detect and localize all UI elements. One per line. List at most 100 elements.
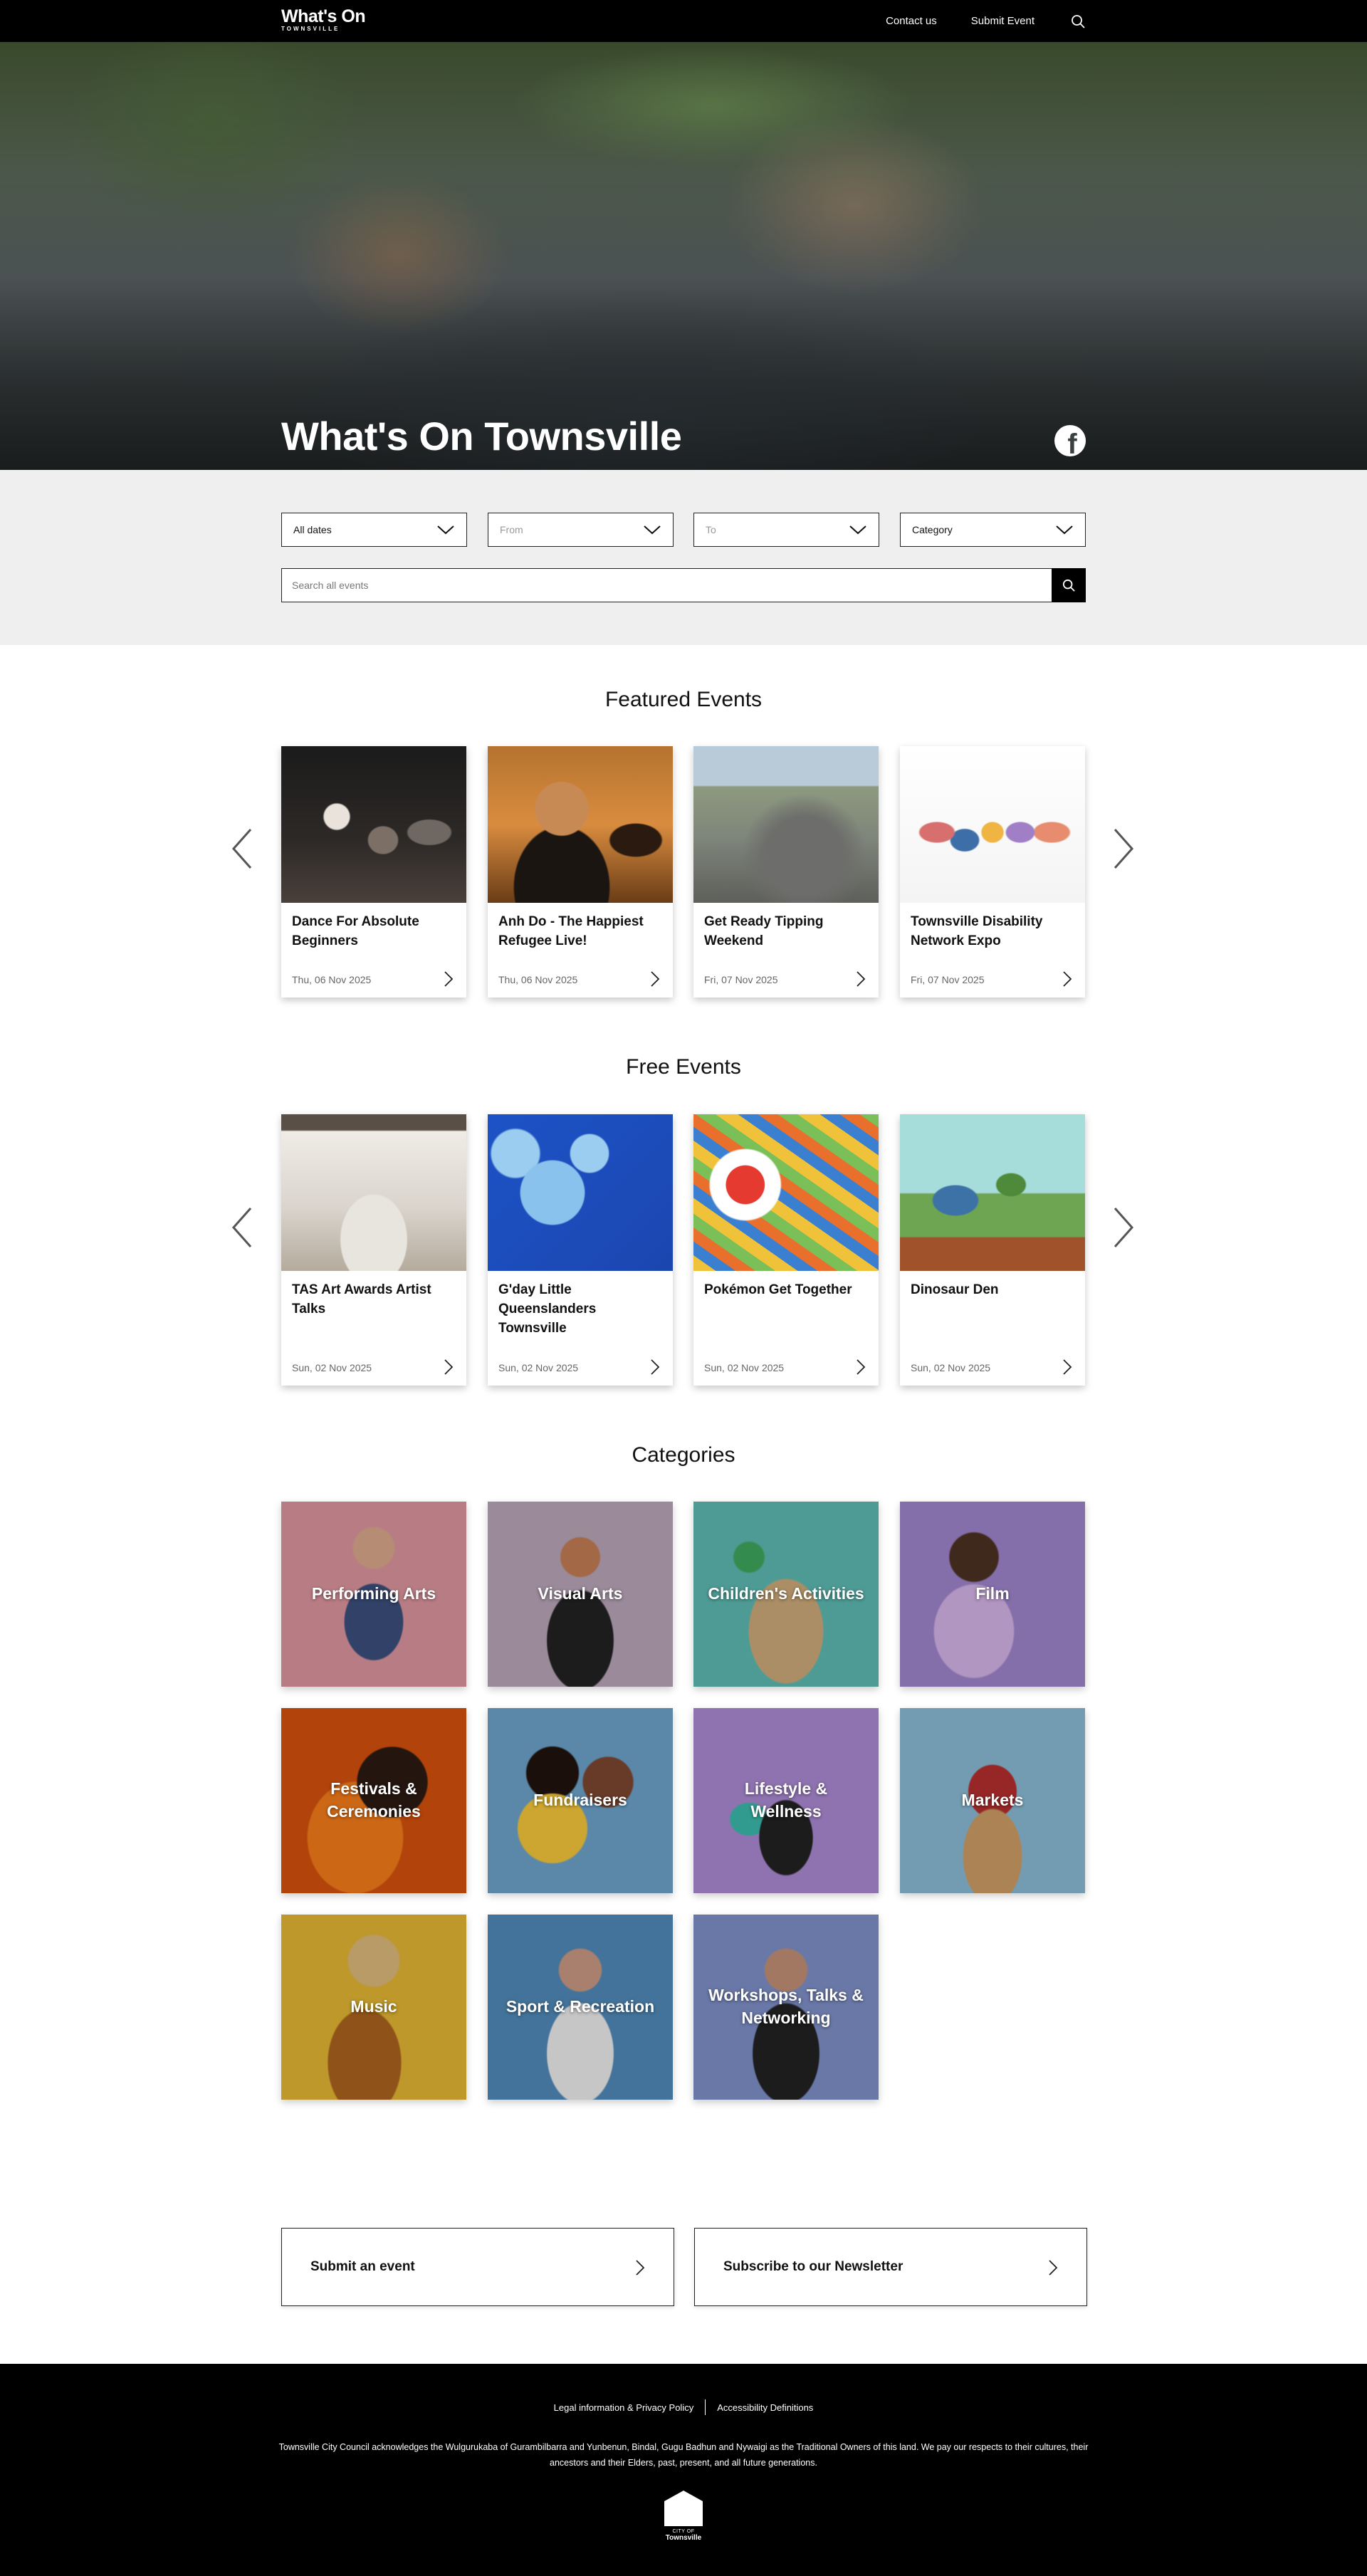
hero-banner: What's On Townsville f [0,42,1367,470]
search-icon[interactable] [1070,14,1086,29]
dates-dropdown-value: All dates [293,524,332,535]
chevron-down-icon [1056,525,1073,535]
footer-link-legal[interactable]: Legal information & Privacy Policy [543,2402,706,2413]
council-logo-line1: CITY OF [672,2529,695,2534]
chevron-right-icon [857,1359,866,1375]
event-card[interactable]: Get Ready Tipping Weekend Fri, 07 Nov 20… [693,746,879,998]
council-logo-mark [664,2491,703,2526]
chevron-right-icon [1049,2260,1058,2276]
category-label: Music [350,1997,397,2016]
category-tile[interactable]: Markets [900,1708,1085,1893]
event-title: Pokémon Get Together [704,1282,852,1297]
event-card[interactable]: TAS Art Awards Artist Talks Sun, 02 Nov … [281,1114,466,1386]
chevron-right-icon [1063,971,1072,987]
event-title: Get Ready Tipping Weekend [704,914,824,948]
footer-link-accessibility[interactable]: Accessibility Definitions [706,2402,824,2413]
free-next-arrow[interactable] [1109,1205,1138,1250]
event-image [488,746,673,903]
event-image [900,746,1085,903]
featured-events-heading: Featured Events [604,688,763,711]
page-title: What's On Townsville [281,414,682,459]
chevron-right-icon [651,971,660,987]
from-date-dropdown[interactable]: From [488,513,674,547]
category-tile[interactable]: Sport & Recreation [488,1915,673,2100]
footer-links: Legal information & Privacy Policy Acces… [0,2399,1367,2415]
event-card[interactable]: Dinosaur Den Sun, 02 Nov 2025 [900,1114,1085,1386]
nav-submit-event[interactable]: Submit Event [971,15,1035,27]
category-label: Performing Arts [311,1584,436,1603]
category-tile[interactable]: Children's Activities [693,1502,879,1687]
category-tile[interactable]: Visual Arts [488,1502,673,1687]
event-date: Sun, 02 Nov 2025 [292,1362,372,1373]
event-card[interactable]: Townsville Disability Network Expo Fri, … [900,746,1085,998]
category-label: Children's Activities [708,1584,864,1603]
chevron-right-icon [857,971,866,987]
event-search-bar [281,568,1086,602]
category-label: Film [975,1584,1010,1603]
category-label: Fundraisers [533,1791,627,1810]
logo-main-text: What's On [281,6,366,26]
featured-next-arrow[interactable] [1109,826,1138,871]
category-label: Markets [961,1791,1024,1810]
category-tile[interactable]: Music [281,1915,466,2100]
council-logo-line2: Townsville [665,2534,702,2542]
chevron-left-icon [231,1208,252,1247]
category-label: Lifestyle & Wellness [744,1779,828,1821]
chevron-right-icon [444,1359,454,1375]
featured-prev-arrow[interactable] [228,826,256,871]
event-card[interactable]: Dance For Absolute Beginners Thu, 06 Nov… [281,746,466,998]
category-dropdown-value: Category [912,524,953,535]
event-card[interactable]: Pokémon Get Together Sun, 02 Nov 2025 [693,1114,879,1386]
category-tile[interactable]: Festivals & Ceremonies [281,1708,466,1893]
event-title: TAS Art Awards Artist Talks [292,1282,431,1316]
facebook-icon[interactable]: f [1054,425,1086,456]
chevron-right-icon [1114,1208,1134,1247]
hero-overlay [0,42,1367,470]
to-date-placeholder: To [706,524,716,535]
chevron-right-icon [636,2260,645,2276]
chevron-right-icon [1063,1359,1072,1375]
event-image [900,1114,1085,1271]
subscribe-newsletter-button[interactable]: Subscribe to our Newsletter [694,2228,1087,2306]
category-tile[interactable]: Film [900,1502,1085,1687]
event-date: Thu, 06 Nov 2025 [292,974,372,985]
event-date: Sun, 02 Nov 2025 [498,1362,579,1373]
site-logo[interactable]: What's On TOWNSVILLE [281,6,366,32]
search-input[interactable] [282,569,1052,602]
category-label: Festivals & Ceremonies [327,1779,421,1821]
category-tile[interactable]: Lifestyle & Wellness [693,1708,879,1893]
chevron-right-icon [444,971,454,987]
logo-sub-text: TOWNSVILLE [281,26,340,32]
free-events-heading: Free Events [626,1055,741,1079]
chevron-down-icon [849,525,866,535]
event-date: Fri, 07 Nov 2025 [911,974,985,985]
category-label: Workshops, Talks & Networking [708,1986,864,2027]
to-date-dropdown[interactable]: To [693,513,879,547]
category-tile[interactable]: Fundraisers [488,1708,673,1893]
dates-dropdown[interactable]: All dates [281,513,467,547]
event-date: Fri, 07 Nov 2025 [704,974,778,985]
category-tile[interactable]: Performing Arts [281,1502,466,1687]
subscribe-newsletter-label: Subscribe to our Newsletter [723,2259,904,2274]
top-navigation-bar: What's On TOWNSVILLE Contact us Submit E… [0,0,1367,42]
chevron-down-icon [644,525,661,535]
free-prev-arrow[interactable] [228,1205,256,1250]
category-tile[interactable]: Workshops, Talks & Networking [693,1915,879,2100]
event-image [693,1114,879,1271]
submit-event-button[interactable]: Submit an event [281,2228,674,2306]
event-card[interactable]: Anh Do - The Happiest Refugee Live! Thu,… [488,746,673,998]
search-submit-button[interactable] [1052,568,1086,602]
chevron-left-icon [231,829,252,869]
nav-contact-us[interactable]: Contact us [886,15,937,27]
submit-event-label: Submit an event [310,2259,415,2274]
main-nav: Contact us Submit Event [852,0,1086,42]
category-dropdown[interactable]: Category [900,513,1086,547]
chevron-right-icon [1114,829,1134,869]
category-label: Sport & Recreation [506,1997,655,2016]
categories-heading: Categories [632,1443,735,1467]
category-label: Visual Arts [538,1584,623,1603]
event-date: Sun, 02 Nov 2025 [911,1362,991,1373]
event-card[interactable]: G'day Little Queenslanders Townsville Su… [488,1114,673,1386]
event-image [693,746,879,903]
council-logo[interactable]: CITY OF Townsville [664,2491,703,2546]
